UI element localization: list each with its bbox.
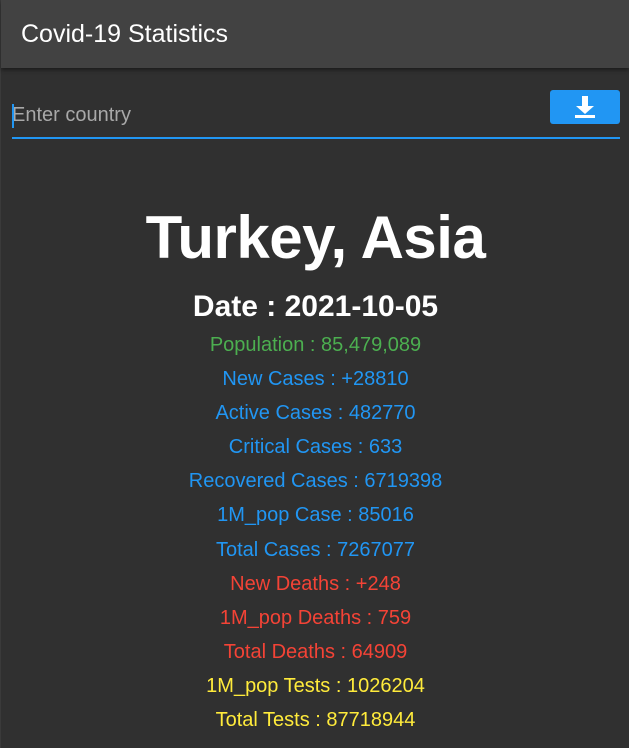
app-title: Covid-19 Statistics xyxy=(21,19,229,48)
search-row xyxy=(12,90,620,139)
active-cases-stat: Active Cases : 482770 xyxy=(215,402,416,425)
total-cases-stat: Total Cases : 7267077 xyxy=(215,538,416,561)
critical-cases-stat: Critical Cases : 633 xyxy=(228,436,403,459)
new-cases-stat: New Cases : +28810 xyxy=(222,368,409,391)
stats-panel: Turkey, Asia Date : 2021-10-05 Populatio… xyxy=(1,196,629,737)
population-stat: Population : 85,479,089 xyxy=(209,334,422,356)
app-bar: Covid-19 Statistics xyxy=(1,0,629,68)
country-input[interactable] xyxy=(12,98,532,132)
new-deaths-stat: New Deaths : +248 xyxy=(230,572,401,595)
fetch-button[interactable] xyxy=(550,90,620,124)
download-icon xyxy=(575,96,595,118)
date-label: Date : 2021-10-05 xyxy=(192,290,439,323)
app-window: Covid-19 Statistics Turkey, Asia Date : … xyxy=(0,0,629,748)
pop-deaths-stat: 1M_pop Deaths : 759 xyxy=(219,606,412,629)
total-deaths-stat: Total Deaths : 64909 xyxy=(223,640,408,663)
country-title: Turkey, Asia xyxy=(145,204,486,271)
pop-case-stat: 1M_pop Case : 85016 xyxy=(217,504,414,527)
input-underline xyxy=(12,137,620,139)
recovered-cases-stat: Recovered Cases : 6719398 xyxy=(188,470,443,493)
text-cursor xyxy=(12,104,14,128)
pop-tests-stat: 1M_pop Tests : 1026204 xyxy=(206,674,425,697)
total-tests-stat: Total Tests : 87718944 xyxy=(215,709,416,732)
